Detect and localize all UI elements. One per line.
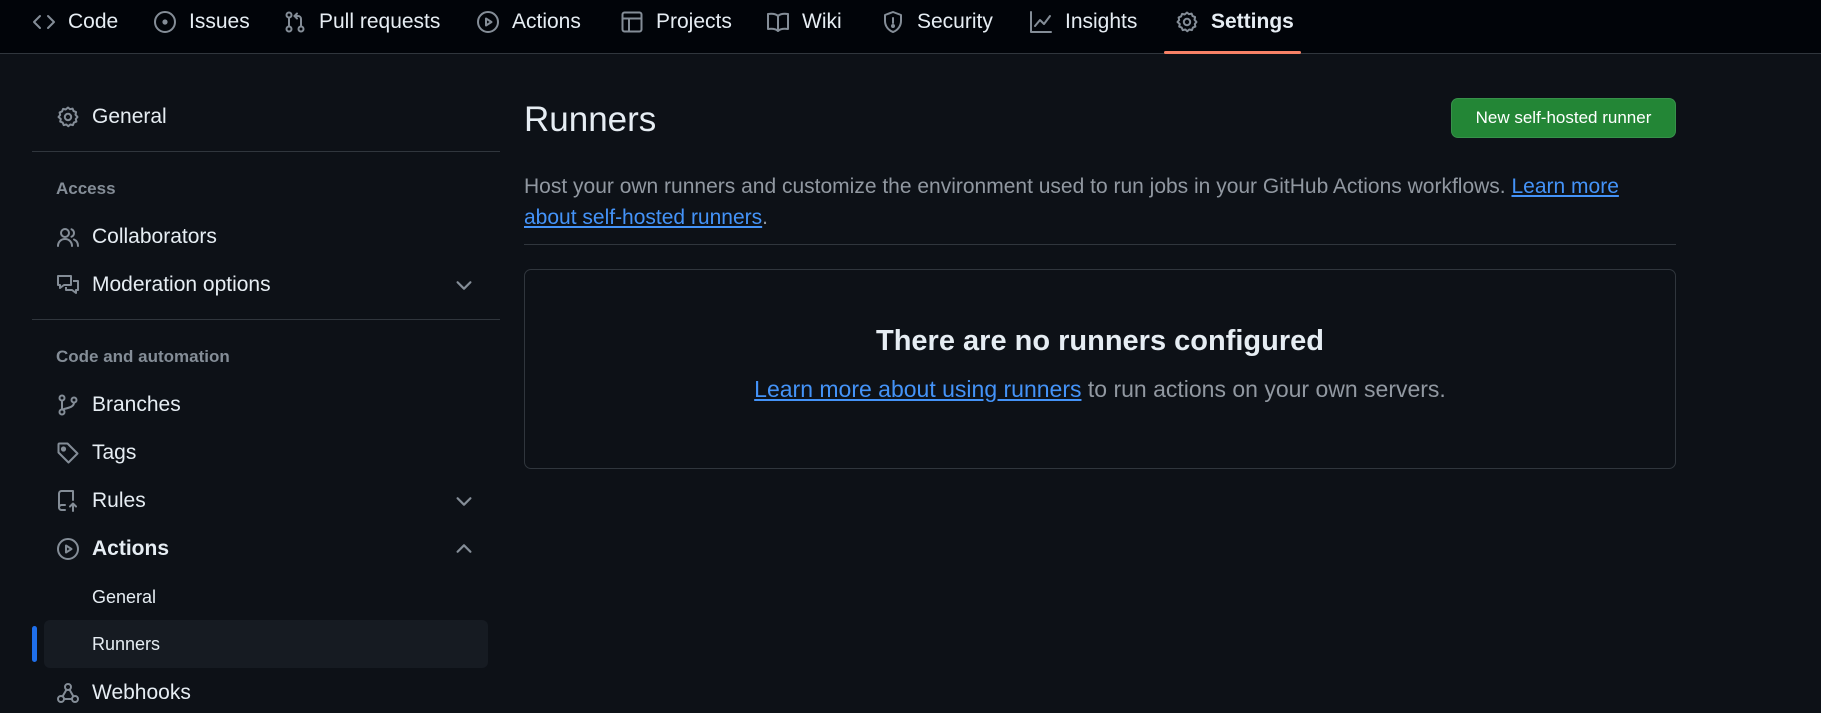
tab-label: Code (68, 10, 119, 33)
sidebar-item-label: Branches (92, 393, 181, 416)
sidebar-item-webhooks[interactable]: Webhooks (56, 673, 476, 713)
shield-icon (881, 10, 905, 34)
sidebar-heading-code-automation: Code and automation (56, 347, 230, 366)
sidebar-subitem-label: General (92, 586, 157, 607)
empty-state-text: to run actions on your own servers. (1087, 376, 1446, 402)
table-icon (620, 10, 644, 34)
comment-discussion-icon (56, 273, 80, 297)
tab-wiki[interactable]: Wiki (766, 0, 842, 44)
graph-icon (1029, 10, 1053, 34)
chevron-down-icon[interactable] (453, 274, 475, 296)
empty-state-box: There are no runners configured Learn mo… (524, 269, 1676, 469)
chevron-down-icon[interactable] (453, 490, 475, 512)
link-text: Learn more (1511, 175, 1619, 198)
sidebar-item-label: Actions (92, 537, 170, 560)
tab-settings[interactable]: Settings (1175, 0, 1294, 44)
sidebar-item-moderation-options[interactable]: Moderation options (56, 265, 476, 305)
repo-push-icon (56, 489, 80, 513)
tab-label: Actions (512, 10, 581, 33)
tab-label: Issues (189, 10, 250, 33)
sidebar-subitem-runners[interactable]: Runners (92, 624, 160, 664)
learn-more-runners-link[interactable]: Learn more about using runners (754, 376, 1081, 402)
tab-label: Settings (1211, 10, 1294, 33)
tab-label: Security (917, 10, 993, 33)
tab-pull-requests[interactable]: Pull requests (283, 0, 440, 44)
repository-nav: Code Issues Pull requests Actions Projec… (0, 0, 1821, 54)
sidebar-item-tags[interactable]: Tags (56, 433, 476, 473)
tab-label: Projects (656, 10, 732, 33)
sidebar-item-label: Webhooks (92, 681, 191, 704)
sidebar-item-branches[interactable]: Branches (56, 385, 476, 425)
tab-projects[interactable]: Projects (620, 0, 732, 44)
play-icon (476, 10, 500, 34)
section-divider (524, 244, 1676, 245)
sidebar-selected-marker (32, 626, 37, 662)
sidebar-item-label: Tags (92, 441, 137, 464)
tab-label: Insights (1065, 10, 1138, 33)
webhook-icon (56, 681, 80, 705)
sidebar-item-label: Collaborators (92, 225, 217, 248)
selected-tab-indicator (1164, 51, 1301, 54)
book-icon (766, 10, 790, 34)
new-self-hosted-runner-button[interactable]: New self-hosted runner (1451, 98, 1676, 138)
empty-state-title: There are no runners configured (876, 325, 1324, 357)
git-branch-icon (56, 393, 80, 417)
tab-insights[interactable]: Insights (1029, 0, 1137, 44)
git-pull-request-icon (283, 10, 307, 34)
description-trailing: . (762, 206, 768, 229)
sidebar-divider (32, 151, 500, 152)
tab-label: Wiki (802, 10, 842, 33)
sidebar-item-label: Moderation options (92, 273, 271, 296)
tab-code[interactable]: Code (32, 0, 118, 44)
tab-issues[interactable]: Issues (153, 0, 250, 44)
sidebar-item-label: General (92, 105, 167, 128)
description-text: Host your own runners and customize the … (524, 175, 1506, 198)
tag-icon (56, 441, 80, 465)
page-title: Runners (524, 100, 657, 139)
page-description: Host your own runners and customize the … (524, 171, 1684, 233)
chevron-up-icon[interactable] (453, 538, 475, 560)
sidebar-subitem-label: Runners (92, 633, 161, 654)
gear-icon (56, 105, 80, 129)
gear-icon (1175, 10, 1199, 34)
sidebar-item-general[interactable]: General (56, 97, 476, 137)
tab-label: Pull requests (319, 10, 441, 33)
people-icon (56, 225, 80, 249)
issue-opened-icon (153, 10, 177, 34)
sidebar-heading-access: Access (56, 179, 116, 198)
tab-actions[interactable]: Actions (476, 0, 581, 44)
code-icon (32, 10, 56, 34)
play-icon (56, 537, 80, 561)
tab-security[interactable]: Security (881, 0, 993, 44)
sidebar-item-actions[interactable]: Actions (56, 529, 476, 569)
sidebar-divider (32, 319, 500, 320)
sidebar-subitem-actions-general[interactable]: General (92, 577, 156, 617)
link-text: about self-hosted runners (524, 206, 763, 229)
empty-state-body: Learn more about using runners to run ac… (525, 376, 1675, 403)
sidebar-item-label: Rules (92, 489, 146, 512)
sidebar-item-rules[interactable]: Rules (56, 481, 476, 521)
sidebar-item-collaborators[interactable]: Collaborators (56, 217, 476, 257)
